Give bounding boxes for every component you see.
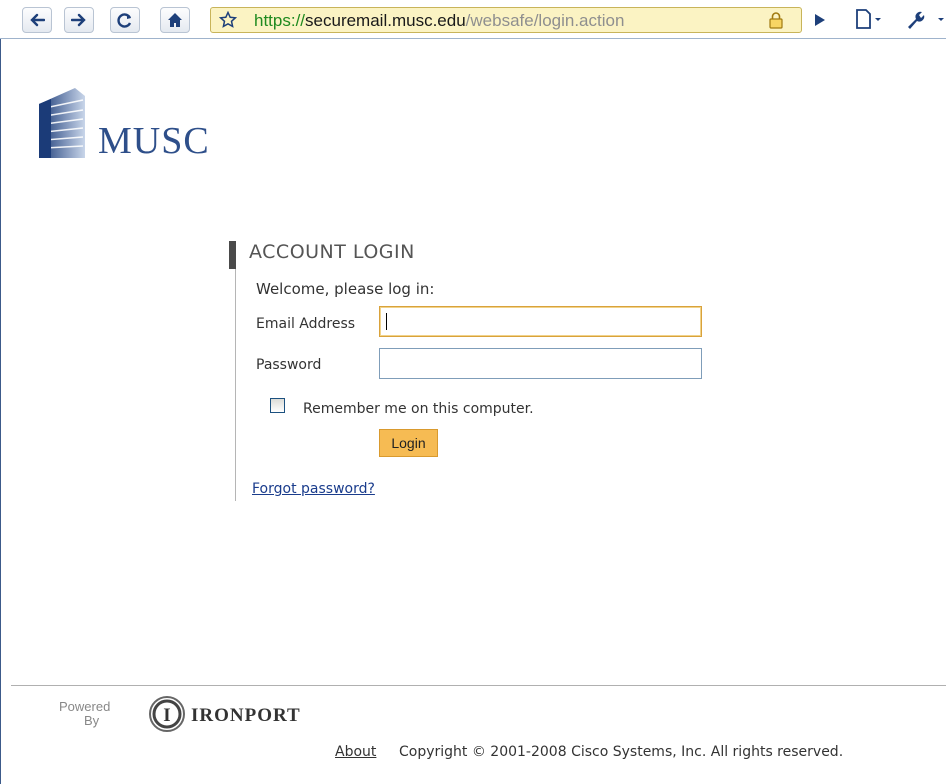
copyright-text: Copyright © 2001-2008 Cisco Systems, Inc… [399, 744, 844, 760]
url-text[interactable]: https://securemail.musc.edu/websafe/logi… [254, 11, 624, 31]
footer-divider [11, 685, 946, 686]
ironport-logo-icon: I [149, 696, 185, 732]
home-button[interactable] [160, 7, 190, 33]
password-label: Password [256, 357, 322, 373]
forward-button[interactable] [64, 7, 94, 33]
musc-building-logo [39, 88, 85, 158]
email-field[interactable] [379, 306, 702, 337]
home-icon [168, 13, 182, 27]
page-content: MUSC ACCOUNT LOGIN Welcome, please log i… [0, 39, 946, 784]
powered-by-text: Powered By [59, 700, 110, 728]
remember-me-label[interactable]: Remember me on this computer. [303, 401, 534, 417]
back-button[interactable] [22, 7, 52, 33]
browser-toolbar: https://securemail.musc.edu/websafe/logi… [0, 0, 946, 39]
reload-button[interactable] [110, 7, 140, 33]
login-divider [235, 269, 236, 501]
reload-icon [117, 13, 132, 28]
login-button[interactable]: Login [379, 429, 438, 457]
by-word: By [84, 713, 100, 728]
ironport-brand: IRONPORT [191, 705, 301, 726]
url-path: /websafe/login.action [465, 11, 625, 30]
back-arrow-icon [30, 13, 45, 27]
musc-logo-text: MUSC [98, 120, 210, 162]
lock-icon[interactable] [768, 11, 784, 29]
play-arrow-icon[interactable] [814, 13, 826, 27]
star-icon[interactable] [219, 11, 237, 29]
url-host: securemail.musc.edu [305, 11, 466, 30]
forward-arrow-icon [71, 13, 86, 27]
text-caret [386, 313, 387, 330]
email-label: Email Address [256, 316, 356, 332]
forgot-password-link[interactable]: Forgot password? [252, 481, 375, 497]
remember-me-checkbox[interactable] [270, 398, 285, 413]
page-icon[interactable] [855, 9, 883, 29]
welcome-text: Welcome, please log in: [256, 280, 435, 298]
url-scheme: https:// [254, 11, 306, 30]
svg-text:I: I [163, 705, 170, 726]
wrench-icon[interactable] [905, 9, 946, 29]
login-title: ACCOUNT LOGIN [249, 241, 415, 263]
address-bar[interactable]: https://securemail.musc.edu/websafe/logi… [210, 7, 802, 33]
about-link[interactable]: About [335, 744, 376, 760]
password-field[interactable] [379, 348, 702, 379]
powered-word: Powered [59, 699, 111, 714]
login-accent-bar [229, 241, 236, 269]
